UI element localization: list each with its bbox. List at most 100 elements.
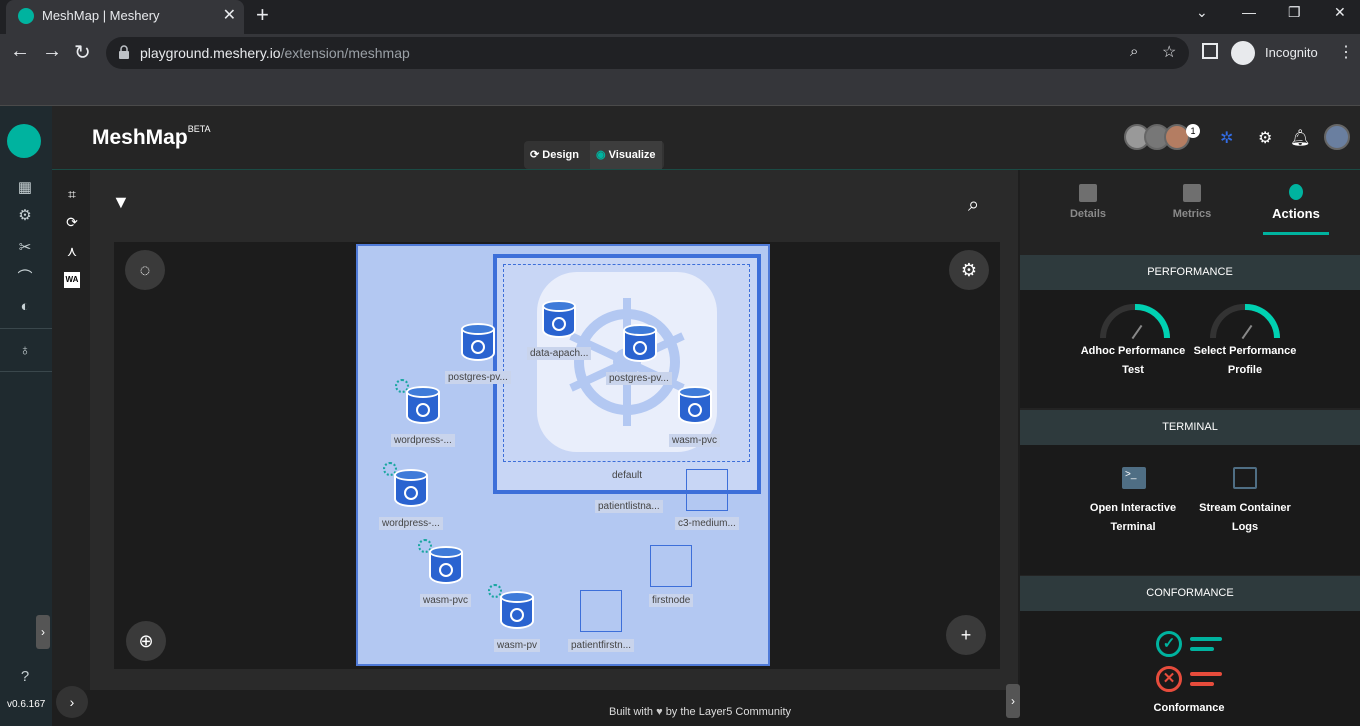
back-icon[interactable]: ← — [10, 40, 30, 63]
url-text: playground.meshery.io/extension/meshmap — [140, 45, 410, 61]
node-square[interactable] — [580, 590, 622, 632]
active-tab-indicator — [1263, 232, 1329, 235]
version-label: v0.6.167 — [7, 699, 46, 710]
incognito-label: Incognito — [1265, 45, 1318, 60]
footer: Built with ♥ by the Layer5 Community › — [52, 686, 1020, 726]
mode-switch: ⟳ Design ◉ Visualize — [524, 141, 664, 169]
pvc-node[interactable] — [461, 323, 495, 363]
canvas-settings-button[interactable]: ⚙ — [949, 250, 989, 290]
performance-header: PERFORMANCE — [1020, 255, 1360, 290]
incognito-badge[interactable]: Incognito — [1231, 39, 1349, 67]
nav-expand-handle[interactable]: › — [36, 615, 50, 649]
kubernetes-icon[interactable]: ✲ — [1220, 128, 1233, 148]
design-mode-button[interactable]: ⟳ Design — [524, 141, 585, 169]
pvc-node[interactable] — [500, 591, 534, 631]
gauge-icon — [1100, 304, 1170, 340]
pvc-node[interactable] — [406, 386, 440, 426]
select-performance-profile-button[interactable]: Select Performance Profile — [1190, 342, 1300, 380]
pvc-node[interactable] — [623, 324, 657, 364]
zoom-button[interactable]: ⊕ — [126, 621, 166, 661]
pvc-node[interactable] — [429, 546, 463, 586]
conformance-section: ✓ ✕ Conformance — [1020, 611, 1360, 726]
node-square[interactable] — [686, 469, 728, 511]
adhoc-performance-button[interactable]: Adhoc Performance Test — [1078, 342, 1188, 380]
close-tab-icon[interactable]: ✕ — [223, 5, 236, 25]
heart-icon: ♥ — [656, 706, 663, 718]
mesh-icon[interactable]: ⟳ — [64, 214, 80, 230]
add-component-button[interactable]: + — [946, 615, 986, 655]
notification-bell-icon[interactable]: 🔔︎ — [1290, 128, 1310, 148]
minimize-icon[interactable]: — — [1242, 4, 1256, 20]
close-window-icon[interactable]: ✕ — [1334, 4, 1346, 21]
pass-bar — [1190, 647, 1214, 651]
pvc-node[interactable] — [542, 300, 576, 340]
tab-metrics[interactable]: Metrics — [1142, 184, 1242, 220]
settings-icon[interactable]: ⚙ — [1258, 128, 1272, 148]
new-tab-icon[interactable]: + — [256, 2, 269, 28]
restore-icon[interactable]: ❐ — [1288, 4, 1301, 21]
meshery-logo-icon[interactable] — [7, 124, 41, 158]
expand-chevron-icon[interactable]: › — [56, 686, 88, 718]
node-label: postgres-pv... — [445, 371, 511, 384]
node-square[interactable] — [650, 545, 692, 587]
node-label: postgres-pv... — [606, 372, 672, 385]
dashboard-icon[interactable]: ▦ — [16, 178, 34, 196]
conformance-button[interactable]: Conformance — [1134, 699, 1244, 718]
component-icon[interactable]: ⌗ — [64, 186, 80, 202]
performance-icon[interactable]: ⌒ — [16, 266, 34, 286]
browser-toolbar-spacer — [0, 72, 1360, 106]
terminal-section: >_ Open Interactive Terminal Stream Conta… — [1020, 445, 1360, 575]
visualize-mode-button[interactable]: ◉ Visualize — [590, 141, 662, 169]
grid-icon — [1079, 184, 1097, 202]
namespace-label: default — [612, 470, 643, 481]
pointer-icon — [1289, 184, 1303, 200]
side-panel-icon[interactable] — [1202, 43, 1218, 59]
node-label: data-apach... — [527, 347, 592, 360]
lock-icon — [119, 45, 129, 59]
bookmark-star-icon[interactable]: ☆ — [1162, 42, 1176, 62]
panel-collapse-handle[interactable]: › — [1006, 684, 1020, 718]
node-label: wordpress-... — [379, 517, 443, 530]
pvc-node[interactable] — [678, 386, 712, 426]
browser-menu-icon[interactable]: ⋮ — [1338, 42, 1354, 62]
terminal-header: TERMINAL — [1020, 410, 1360, 445]
open-interactive-terminal-button[interactable]: Open Interactive Terminal — [1078, 499, 1188, 537]
pvc-node[interactable] — [394, 469, 428, 509]
check-icon: ✓ — [1156, 631, 1182, 657]
node-label: wasm-pv — [494, 639, 541, 652]
browser-tab[interactable]: MeshMap | Meshery ✕ — [6, 0, 244, 34]
graph-icon[interactable]: ⋏ — [64, 243, 80, 259]
node-label: wasm-pvc — [669, 434, 721, 447]
node-label: patientfirstn... — [568, 639, 635, 652]
address-bar[interactable]: playground.meshery.io/extension/meshmap … — [106, 37, 1189, 69]
meshery-favicon-icon — [18, 8, 34, 24]
forward-icon[interactable]: → — [42, 40, 62, 63]
configuration-icon[interactable]: ✂ — [16, 238, 34, 256]
layout-reset-button[interactable]: ◌ — [125, 250, 165, 290]
help-icon[interactable]: ? — [16, 668, 34, 686]
filter-icon[interactable]: ▼ — [112, 192, 130, 213]
performance-section: Adhoc Performance Test Select Performance… — [1020, 290, 1360, 408]
incognito-icon — [1231, 41, 1255, 65]
lifecycle-icon[interactable]: ⚙ — [16, 206, 34, 224]
tab-details[interactable]: Details — [1038, 184, 1138, 220]
fail-bar — [1190, 682, 1214, 686]
stream-container-logs-button[interactable]: Stream Container Logs — [1190, 499, 1300, 537]
nav-divider — [0, 371, 52, 372]
tab-search-icon[interactable]: ⌄ — [1196, 4, 1208, 21]
meshmap-icon[interactable]: ♁ — [16, 342, 34, 360]
reload-icon[interactable]: ↻ — [74, 40, 91, 65]
zoom-icon[interactable]: ⌕ — [1130, 43, 1138, 60]
user-avatar[interactable] — [1324, 124, 1350, 150]
gauge-icon — [1210, 304, 1280, 340]
node-label: wordpress-... — [391, 434, 455, 447]
tab-actions[interactable]: Actions — [1246, 184, 1346, 221]
node-label: wasm-pvc — [420, 594, 472, 607]
right-panel: Details Metrics Actions PERFORMANCE Adho… — [1020, 170, 1360, 726]
nav-divider — [0, 328, 52, 329]
brand-title: MeshMapBETA — [92, 124, 211, 149]
extensions-icon[interactable]: ◐ — [16, 298, 34, 316]
kubernetes-badge-count: 1 — [1186, 124, 1200, 138]
wasm-icon[interactable]: WA — [64, 272, 80, 288]
search-icon[interactable]: ⌕ — [968, 194, 979, 217]
